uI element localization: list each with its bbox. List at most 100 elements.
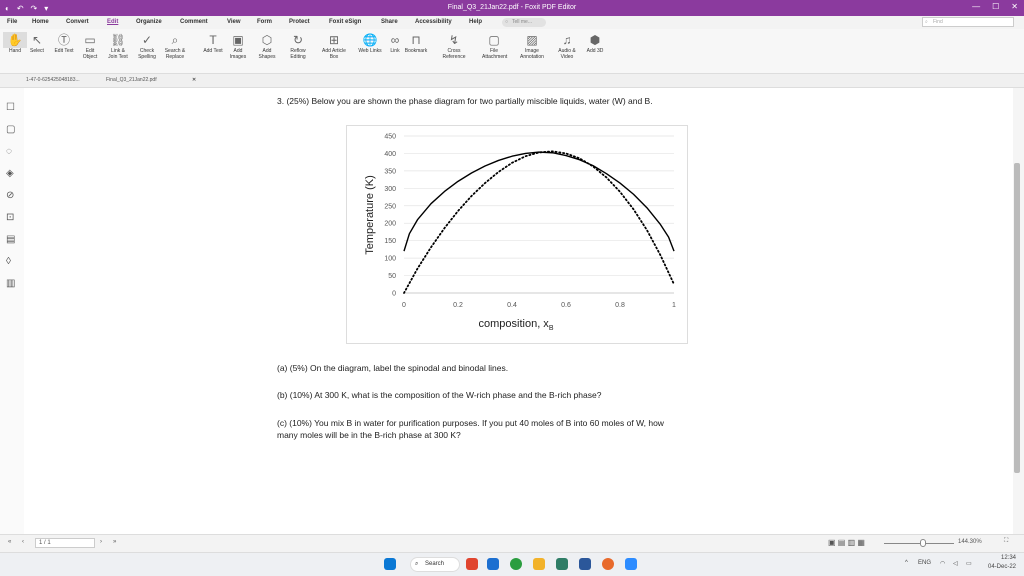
fit-page-icon[interactable]: ⛶: [1004, 538, 1008, 545]
menu-accessibility[interactable]: Accessibility: [415, 19, 452, 25]
word-app-icon[interactable]: [579, 558, 591, 570]
image-annot-icon: ▨: [526, 33, 538, 47]
zoom-slider-handle[interactable]: [920, 539, 926, 547]
page-number-input[interactable]: 1 / 1: [35, 538, 95, 548]
format-panel-icon[interactable]: ◊: [6, 256, 11, 267]
ribbon-add-text-button[interactable]: T Add Text: [201, 32, 225, 54]
search-icon: ⌕: [415, 561, 419, 567]
ribbon-cross-ref-button[interactable]: ↯ Cross Reference: [442, 32, 466, 60]
ribbon-edit-object-button[interactable]: ▭ Edit Object: [78, 32, 102, 60]
menu-edit[interactable]: Edit: [107, 19, 118, 25]
find-input[interactable]: ⌕ Find: [922, 17, 1014, 27]
ribbon-tool-label: Reflow Editing: [290, 48, 306, 60]
tray-chevron-icon[interactable]: ^: [905, 560, 908, 566]
menu-organize[interactable]: Organize: [136, 19, 162, 25]
tab-current-doc[interactable]: Final_Q3_21Jan22.pdf: [106, 77, 157, 83]
ribbon-article-button[interactable]: ⊞ Add Article Box: [322, 32, 346, 60]
customize-icon[interactable]: ▾: [44, 4, 48, 13]
last-page-button[interactable]: »: [113, 539, 116, 545]
question-part-b: (b) (10%) At 300 K, what is the composit…: [277, 390, 602, 400]
ribbon-search-replace-button[interactable]: ⌕ Search & Replace: [163, 32, 187, 60]
battery-icon[interactable]: ▭: [966, 560, 972, 567]
add-text-icon: T: [209, 33, 217, 47]
close-tab-icon[interactable]: ✕: [192, 77, 196, 83]
close-button[interactable]: ✕: [1011, 2, 1018, 11]
chrome-app-icon[interactable]: [510, 558, 522, 570]
ribbon-edit-text-button[interactable]: Ⓣ Edit Text: [52, 32, 76, 54]
menu-form[interactable]: Form: [257, 19, 272, 25]
minimize-button[interactable]: —: [972, 2, 980, 11]
attachment-panel-icon[interactable]: ⊘: [6, 190, 14, 201]
menu-foxit-esign[interactable]: Foxit eSign: [329, 19, 361, 25]
ribbon-audio-video-button[interactable]: ♫ Audio & Video: [555, 32, 579, 60]
tell-me-box[interactable]: ○ Tell me...: [502, 18, 546, 27]
menu-share[interactable]: Share: [381, 19, 398, 25]
zoom-level[interactable]: 144.30%: [958, 539, 982, 545]
ribbon-attach-button[interactable]: ▢ File Attachment: [482, 32, 507, 60]
clock-time[interactable]: 12:34: [992, 555, 1016, 561]
ribbon-image-annot-button[interactable]: ▨ Image Annotation: [520, 32, 544, 60]
reflow-icon: ↻: [292, 33, 304, 47]
zoom-slider[interactable]: [884, 543, 954, 544]
page-panel-icon[interactable]: ▢: [6, 124, 15, 135]
language-indicator[interactable]: ENG: [918, 560, 931, 566]
y-tick-label: 200: [384, 221, 396, 228]
x-tick-label: 0.8: [615, 302, 625, 309]
browser-app-icon[interactable]: [602, 558, 614, 570]
ribbon-bookmark-button[interactable]: ⊓ Bookmark: [404, 32, 428, 54]
zoom-app-icon[interactable]: [625, 558, 637, 570]
maximize-button[interactable]: ☐: [992, 2, 999, 11]
cross-ref-icon: ↯: [448, 33, 460, 47]
menu-home[interactable]: Home: [32, 19, 49, 25]
taskbar: ⌕ Search ^ ENG ◠ ◁ ▭ 12:34 04-Dec-22: [0, 552, 1024, 576]
ribbon-add-shape-button[interactable]: ⬡ Add Shapes: [255, 32, 279, 60]
signature-panel-icon[interactable]: ▤: [6, 234, 15, 245]
taskbar-search[interactable]: ⌕ Search: [410, 557, 460, 572]
document-tab-bar: 1-47-0-625425048183... Final_Q3_21Jan22.…: [0, 74, 1024, 88]
menu-comment[interactable]: Comment: [180, 19, 208, 25]
scrollbar-thumb[interactable]: [1014, 163, 1020, 473]
clock-date[interactable]: 04-Dec-22: [980, 564, 1016, 570]
app-icon[interactable]: [556, 558, 568, 570]
first-page-button[interactable]: «: [8, 539, 11, 545]
redo-icon[interactable]: ↷: [31, 4, 38, 13]
outlook-app-icon[interactable]: [487, 558, 499, 570]
next-page-button[interactable]: ›: [100, 539, 102, 545]
ribbon-tool-label: Edit Text: [54, 48, 74, 54]
menu-file[interactable]: File: [7, 19, 17, 25]
ribbon-hand-button[interactable]: ✋ Hand: [3, 32, 27, 54]
question-part-c-line2: many moles will be in the B-rich phase a…: [277, 430, 461, 440]
windows-start-icon[interactable]: [384, 558, 396, 570]
ribbon-link-join-button[interactable]: ⛓ Link & Join Text: [106, 32, 130, 60]
menu-protect[interactable]: Protect: [289, 19, 310, 25]
y-tick-label: 100: [384, 256, 396, 263]
file-explorer-icon[interactable]: [533, 558, 545, 570]
ribbon-spell-button[interactable]: ✓ Check Spelling: [135, 32, 159, 60]
network-icon[interactable]: ◠: [940, 560, 945, 567]
ribbon-select-button[interactable]: ↖ Select: [25, 32, 49, 54]
ribbon-web-link-button[interactable]: 🌐 Web Links: [358, 32, 382, 54]
prev-page-button[interactable]: ‹: [22, 539, 24, 545]
x-tick-label: 0.2: [453, 302, 463, 309]
ribbon-reflow-button[interactable]: ↻ Reflow Editing: [286, 32, 310, 60]
ribbon-tool-label: Add Shapes: [258, 48, 276, 60]
tab-other-doc[interactable]: 1-47-0-625425048183...: [26, 77, 80, 83]
link-join-icon: ⛓: [110, 33, 126, 47]
vertical-scrollbar[interactable]: [1013, 88, 1024, 534]
bookmark-panel-icon[interactable]: ☐: [6, 102, 15, 113]
menu-convert[interactable]: Convert: [66, 19, 89, 25]
volume-icon[interactable]: ◁: [953, 560, 958, 567]
security-panel-icon[interactable]: ⊡: [6, 212, 14, 223]
content-panel-icon[interactable]: ▥: [6, 278, 15, 289]
menu-view[interactable]: View: [227, 19, 241, 25]
ribbon-3d-button[interactable]: ⬢ Add 3D: [583, 32, 607, 54]
layers-panel-icon[interactable]: ◈: [6, 168, 14, 179]
foxit-app-icon[interactable]: [466, 558, 478, 570]
ribbon-add-image-button[interactable]: ▣ Add Images: [226, 32, 250, 60]
ribbon-tool-label: Bookmark: [404, 48, 428, 54]
undo-icon[interactable]: ↶: [17, 4, 24, 13]
comment-panel-icon[interactable]: ◌: [6, 146, 12, 157]
menu-help[interactable]: Help: [469, 19, 482, 25]
add-shape-icon: ⬡: [261, 33, 273, 47]
view-mode-icons[interactable]: ▣ ▤ ▥ ▦: [828, 538, 865, 547]
